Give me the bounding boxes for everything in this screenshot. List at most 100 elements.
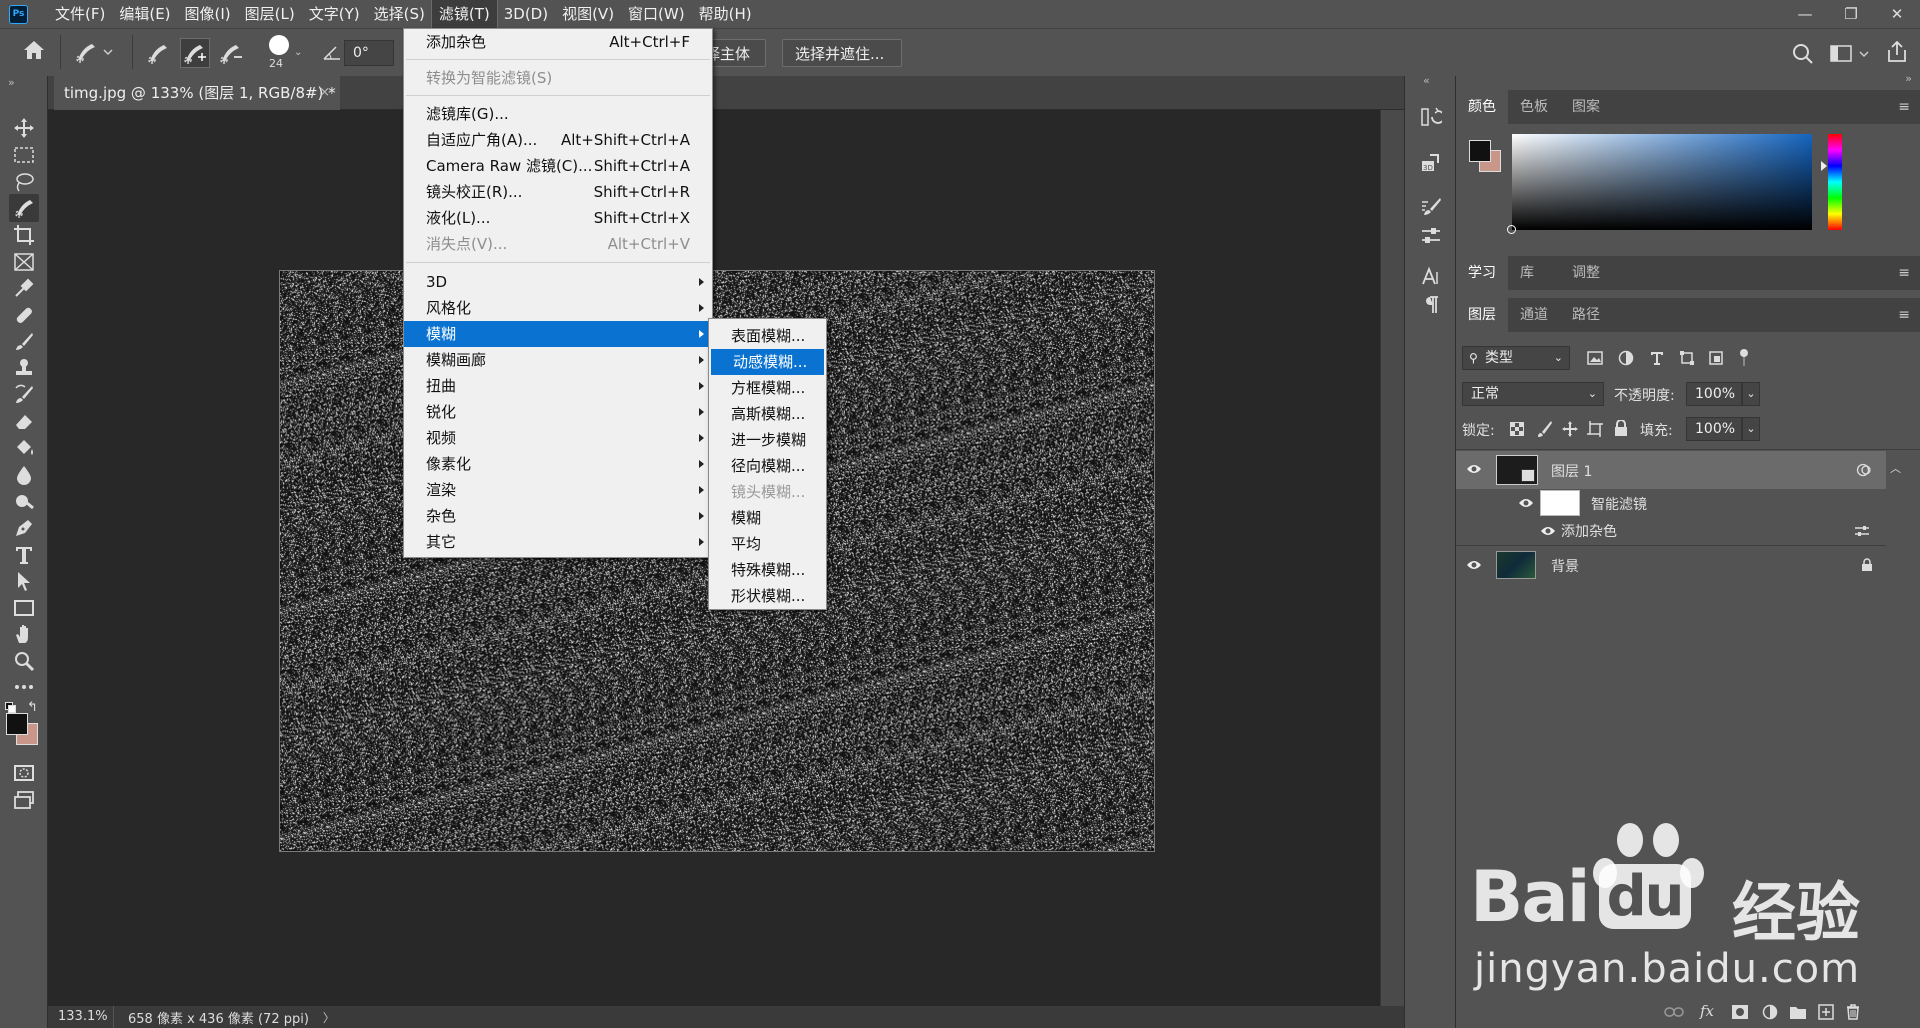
collapse-icon[interactable]: »	[1905, 72, 1912, 85]
document-tab[interactable]: timg.jpg @ 133% (图层 1, RGB/8#) * ×	[54, 76, 340, 110]
expand-arrow-icon[interactable]: ︿	[1890, 460, 1901, 476]
lock-icon[interactable]	[1861, 558, 1873, 572]
home-icon[interactable]	[22, 39, 46, 61]
filter-row[interactable]: 添加杂色	[1456, 518, 1920, 544]
more-tools-icon[interactable]	[9, 673, 39, 701]
minimize-button[interactable]: —	[1782, 0, 1828, 28]
quick-selection-tool-icon[interactable]	[9, 194, 39, 222]
tool-presets-icon[interactable]	[1418, 223, 1444, 249]
zoom-tool-icon[interactable]	[9, 647, 39, 675]
frame-tool-icon[interactable]	[9, 248, 39, 276]
menu-window[interactable]: 窗口(W)	[621, 0, 692, 28]
blur-tool-icon[interactable]	[9, 461, 39, 489]
menu-item-blur-gallery[interactable]: 模糊画廊	[404, 347, 712, 373]
visibility-eye-icon[interactable]	[1466, 559, 1482, 571]
history-brush-tool-icon[interactable]	[9, 381, 39, 409]
eraser-tool-icon[interactable]	[9, 407, 39, 435]
lock-image-pixels-icon[interactable]	[1537, 420, 1553, 438]
paragraph-icon[interactable]	[1418, 292, 1444, 318]
link-layers-icon[interactable]	[1664, 1005, 1684, 1019]
lock-artboard-icon[interactable]	[1587, 421, 1603, 437]
fill-input[interactable]: 100%	[1686, 417, 1742, 441]
tab-learn[interactable]: 学习	[1456, 256, 1508, 290]
menu-image[interactable]: 图像(I)	[178, 0, 238, 28]
select-and-mask-button[interactable]: 选择并遮住...	[782, 39, 902, 67]
zoom-level[interactable]: 133.1%	[48, 1006, 114, 1028]
tab-patterns[interactable]: 图案	[1560, 90, 1612, 124]
menu-item-liquify[interactable]: 液化(L)... Shift+Ctrl+X	[404, 205, 712, 231]
subtract-from-selection-icon[interactable]	[218, 41, 244, 65]
crop-tool-icon[interactable]	[9, 221, 39, 249]
panel-menu-icon[interactable]: ≡	[1898, 307, 1910, 323]
hand-tool-icon[interactable]	[9, 620, 39, 648]
filter-effects-icon[interactable]	[1856, 463, 1872, 477]
menu-item-sharpen[interactable]: 锐化	[404, 399, 712, 425]
foreground-color-swatch[interactable]	[6, 713, 28, 735]
tab-layers[interactable]: 图层	[1456, 298, 1508, 332]
lock-position-icon[interactable]	[1561, 420, 1579, 438]
menu-help[interactable]: 帮助(H)	[692, 0, 759, 28]
menu-item-other[interactable]: 其它	[404, 529, 712, 555]
delete-layer-icon[interactable]	[1846, 1003, 1860, 1020]
blend-mode-select[interactable]: 正常 ⌄	[1462, 382, 1604, 406]
menu-item-render[interactable]: 渲染	[404, 477, 712, 503]
menu-layer[interactable]: 图层(L)	[238, 0, 302, 28]
menu-item-stylize[interactable]: 风格化	[404, 295, 712, 321]
menu-item-camera-raw[interactable]: Camera Raw 滤镜(C)... Shift+Ctrl+A	[404, 153, 712, 179]
submenu-item-blur[interactable]: 模糊	[709, 505, 826, 531]
search-icon[interactable]	[1792, 43, 1814, 65]
opacity-input[interactable]: 100%	[1686, 382, 1742, 406]
layer-filter-kind-select[interactable]: 类型 ⚲ ⌄	[1462, 346, 1570, 370]
restore-button[interactable]: ❐	[1828, 0, 1874, 28]
smart-filter-mask-thumbnail[interactable]	[1540, 490, 1580, 516]
menu-select[interactable]: 选择(S)	[367, 0, 432, 28]
close-tab-icon[interactable]: ×	[319, 76, 330, 110]
collapse-icon[interactable]: »	[8, 76, 15, 89]
new-layer-icon[interactable]	[1818, 1004, 1834, 1020]
menu-view[interactable]: 视图(V)	[555, 0, 621, 28]
swap-colors-icon[interactable]: ↰	[27, 700, 38, 715]
collapse-icon[interactable]: «	[1423, 74, 1430, 87]
panel-menu-icon[interactable]: ≡	[1898, 265, 1910, 281]
fx-icon[interactable]: fx	[1700, 1002, 1714, 1020]
menu-item-3d[interactable]: 3D	[404, 269, 712, 295]
lasso-tool-icon[interactable]	[9, 168, 39, 196]
close-button[interactable]: ✕	[1874, 0, 1920, 28]
menu-item-filter-gallery[interactable]: 滤镜库(G)...	[404, 101, 712, 127]
screen-mode-icon[interactable]	[9, 786, 39, 814]
brush-settings-icon[interactable]	[1418, 194, 1444, 220]
angle-input[interactable]: 0°	[344, 40, 394, 66]
menu-edit[interactable]: 编辑(E)	[112, 0, 177, 28]
menu-filter[interactable]: 滤镜(T)	[430, 0, 498, 29]
layer-row[interactable]: 背景	[1456, 546, 1886, 584]
panel-foreground-swatch[interactable]	[1469, 140, 1491, 162]
move-tool-icon[interactable]	[9, 114, 39, 142]
add-mask-icon[interactable]	[1732, 1005, 1748, 1019]
path-selection-tool-icon[interactable]	[9, 567, 39, 595]
chevron-right-icon[interactable]: 〉	[323, 1009, 335, 1026]
hue-slider[interactable]	[1828, 134, 1842, 230]
new-selection-icon[interactable]	[146, 41, 172, 65]
submenu-item-smart-blur[interactable]: 特殊模糊...	[709, 557, 826, 583]
type-layer-filter-icon[interactable]	[1649, 350, 1665, 366]
vertical-scrollbar[interactable]	[1380, 110, 1404, 1006]
tab-libraries[interactable]: 库	[1508, 256, 1546, 290]
tab-paths[interactable]: 路径	[1560, 298, 1612, 332]
marquee-tool-icon[interactable]	[9, 141, 39, 169]
new-adjustment-layer-icon[interactable]	[1762, 1004, 1778, 1020]
adjustment-layer-filter-icon[interactable]	[1618, 350, 1634, 366]
smart-object-filter-icon[interactable]	[1708, 350, 1724, 366]
submenu-item-shape-blur[interactable]: 形状模糊...	[709, 583, 826, 609]
add-to-selection-icon[interactable]	[180, 38, 210, 68]
new-group-icon[interactable]	[1790, 1005, 1806, 1019]
menu-item-noise[interactable]: 杂色	[404, 503, 712, 529]
color-spectrum-field[interactable]	[1512, 134, 1812, 230]
lock-all-icon[interactable]	[1614, 420, 1628, 437]
submenu-item-radial-blur[interactable]: 径向模糊...	[709, 453, 826, 479]
filter-blending-options-icon[interactable]	[1854, 525, 1870, 537]
lock-transparent-pixels-icon[interactable]	[1510, 422, 1524, 436]
brush-size-picker[interactable]: 24 ⌄	[264, 35, 302, 75]
layer-name[interactable]: 背景	[1551, 556, 1579, 576]
quick-mask-icon[interactable]	[9, 759, 39, 787]
visibility-eye-icon[interactable]	[1518, 497, 1534, 509]
